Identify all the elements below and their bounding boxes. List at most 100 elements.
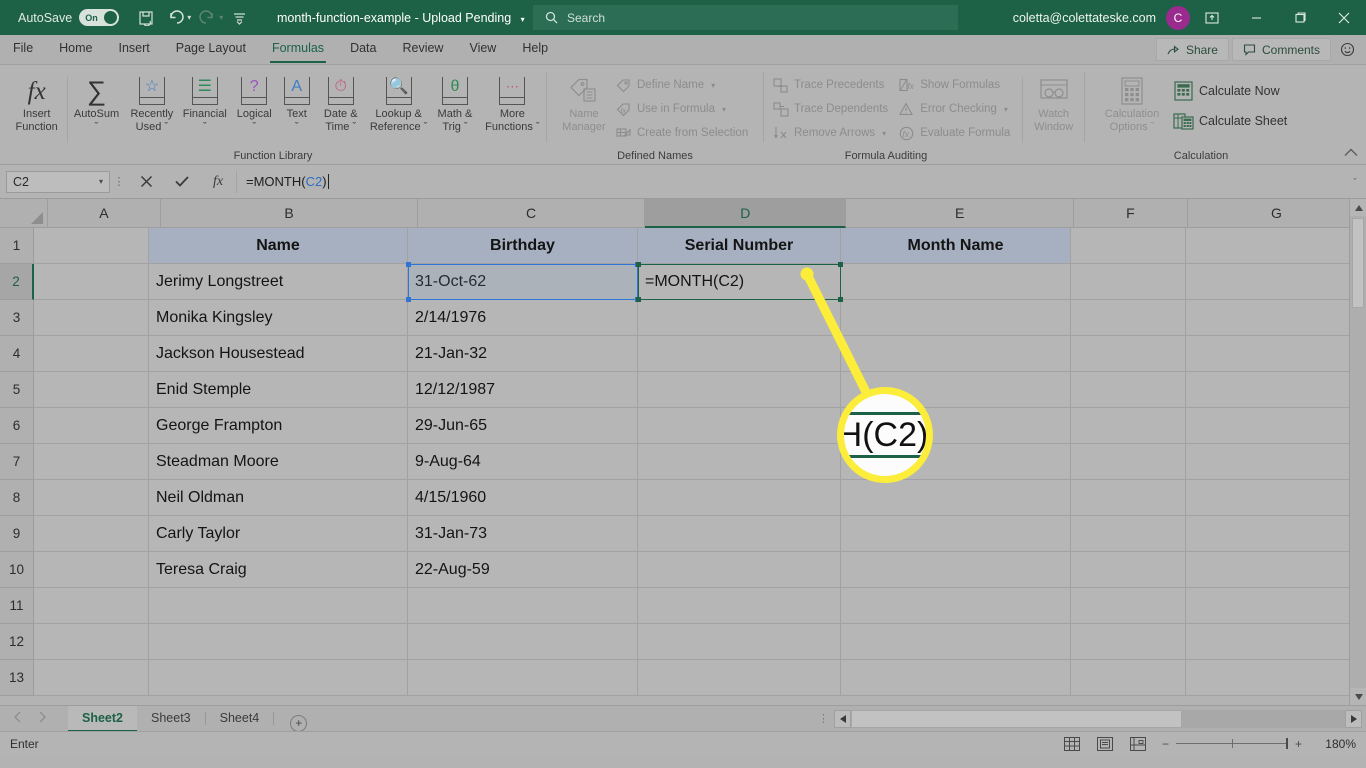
cell-e13[interactable] <box>841 660 1071 696</box>
cell-d13[interactable] <box>638 660 841 696</box>
column-header-g[interactable]: G <box>1188 199 1366 228</box>
cell-g13[interactable] <box>1186 660 1366 696</box>
cell-f3[interactable] <box>1071 300 1186 336</box>
tab-file[interactable]: File <box>0 34 46 64</box>
cell-d8[interactable] <box>638 480 841 516</box>
cell-e11[interactable] <box>841 588 1071 624</box>
cell-c12[interactable] <box>408 624 638 660</box>
row-header-4[interactable]: 4 <box>0 336 34 372</box>
tab-insert[interactable]: Insert <box>106 34 163 64</box>
cell-a12[interactable] <box>34 624 149 660</box>
cell-g3[interactable] <box>1186 300 1366 336</box>
insert-function-icon[interactable]: fx <box>200 171 236 193</box>
cell-d2[interactable]: =MONTH(C2) <box>638 264 841 300</box>
row-header-7[interactable]: 7 <box>0 444 34 480</box>
cell-a13[interactable] <box>34 660 149 696</box>
document-title-caret-icon[interactable]: ▾ <box>521 15 525 24</box>
vertical-scrollbar[interactable] <box>1349 199 1366 705</box>
row-header-1[interactable]: 1 <box>0 228 34 264</box>
cell-d7[interactable] <box>638 444 841 480</box>
customize-quick-access-toolbar-icon[interactable] <box>226 6 252 30</box>
insert-function-button[interactable]: fx Insert Function <box>6 70 67 134</box>
cell-g10[interactable] <box>1186 552 1366 588</box>
cell-c11[interactable] <box>408 588 638 624</box>
formula-bar-handle[interactable]: ⋮ <box>110 175 128 188</box>
text-button[interactable]: A Text ˇ <box>278 70 316 134</box>
scroll-up-button[interactable] <box>1350 199 1366 216</box>
horizontal-split-handle[interactable]: ⋮ <box>818 712 829 725</box>
cell-c4[interactable]: 21-Jan-32 <box>408 336 638 372</box>
sheet-tab-sheet3[interactable]: Sheet3 <box>137 706 205 732</box>
save-sync-icon[interactable] <box>133 6 159 30</box>
row-header-11[interactable]: 11 <box>0 588 34 624</box>
restore-icon[interactable] <box>1278 0 1322 35</box>
close-icon[interactable] <box>1322 0 1366 35</box>
cell-b9[interactable]: Carly Taylor <box>149 516 408 552</box>
ribbon-display-options-icon[interactable] <box>1190 0 1234 35</box>
column-header-d[interactable]: D <box>645 199 846 228</box>
math-trig-button[interactable]: θ Math & Trig ˇ <box>431 70 478 134</box>
comments-button[interactable]: Comments <box>1232 38 1331 61</box>
cell-b1[interactable]: Name <box>149 228 408 264</box>
cell-c13[interactable] <box>408 660 638 696</box>
cell-b12[interactable] <box>149 624 408 660</box>
more-functions-button[interactable]: ⋯ More Functions ˇ <box>479 70 546 134</box>
cell-f8[interactable] <box>1071 480 1186 516</box>
horizontal-scrollbar-thumb[interactable] <box>851 710 1182 728</box>
row-header-10[interactable]: 10 <box>0 552 34 588</box>
cell-f12[interactable] <box>1071 624 1186 660</box>
tab-view[interactable]: View <box>456 34 509 64</box>
tab-data[interactable]: Data <box>337 34 389 64</box>
tab-home[interactable]: Home <box>46 34 105 64</box>
column-header-f[interactable]: F <box>1074 199 1188 228</box>
tab-help[interactable]: Help <box>509 34 561 64</box>
cell-e5[interactable] <box>841 372 1071 408</box>
cell-e8[interactable] <box>841 480 1071 516</box>
calculate-now-button[interactable]: Calculate Now <box>1173 76 1291 106</box>
share-button[interactable]: Share <box>1156 38 1229 61</box>
cell-a9[interactable] <box>34 516 149 552</box>
cell-b11[interactable] <box>149 588 408 624</box>
lookup-reference-button[interactable]: 🔍 Lookup & Reference ˇ <box>366 70 431 134</box>
logical-button[interactable]: ? Logical ˇ <box>230 70 277 134</box>
row-header-13[interactable]: 13 <box>0 660 34 696</box>
cell-d4[interactable] <box>638 336 841 372</box>
cell-a3[interactable] <box>34 300 149 336</box>
zoom-in-button[interactable]: + <box>1295 737 1302 751</box>
financial-button[interactable]: ☰ Financial ˇ <box>179 70 230 134</box>
enter-formula-icon[interactable] <box>164 171 200 193</box>
cell-f1[interactable] <box>1071 228 1186 264</box>
next-sheet-button[interactable] <box>39 712 46 725</box>
cell-g1[interactable] <box>1186 228 1366 264</box>
cell-a2[interactable] <box>34 264 149 300</box>
select-all-corner[interactable] <box>0 199 48 228</box>
account-area[interactable]: coletta@colettateske.com C <box>1013 0 1190 35</box>
scroll-left-button[interactable] <box>834 710 851 728</box>
zoom-slider-knob[interactable] <box>1286 738 1288 749</box>
minimize-icon[interactable] <box>1234 0 1278 35</box>
cell-b5[interactable]: Enid Stemple <box>149 372 408 408</box>
expand-formula-bar-icon[interactable]: ˇ <box>1344 177 1366 187</box>
add-sheet-button[interactable]: + <box>290 715 307 732</box>
cell-c3[interactable]: 2/14/1976 <box>408 300 638 336</box>
cell-f10[interactable] <box>1071 552 1186 588</box>
name-box[interactable]: C2 ▾ <box>6 171 110 193</box>
cell-c7[interactable]: 9-Aug-64 <box>408 444 638 480</box>
cell-f4[interactable] <box>1071 336 1186 372</box>
previous-sheet-button[interactable] <box>14 712 21 725</box>
row-header-9[interactable]: 9 <box>0 516 34 552</box>
cell-e9[interactable] <box>841 516 1071 552</box>
autosave-control[interactable]: AutoSave On <box>18 9 119 26</box>
cell-c10[interactable]: 22-Aug-59 <box>408 552 638 588</box>
page-break-preview-button[interactable] <box>1129 735 1148 752</box>
zoom-out-button[interactable]: − <box>1162 737 1169 751</box>
cell-b6[interactable]: George Frampton <box>149 408 408 444</box>
column-header-a[interactable]: A <box>48 199 162 228</box>
sheet-tab-sheet2[interactable]: Sheet2 <box>68 706 137 732</box>
cell-a8[interactable] <box>34 480 149 516</box>
cell-f11[interactable] <box>1071 588 1186 624</box>
vertical-scrollbar-thumb[interactable] <box>1352 218 1364 308</box>
cell-a11[interactable] <box>34 588 149 624</box>
cell-c9[interactable]: 31-Jan-73 <box>408 516 638 552</box>
cell-d12[interactable] <box>638 624 841 660</box>
